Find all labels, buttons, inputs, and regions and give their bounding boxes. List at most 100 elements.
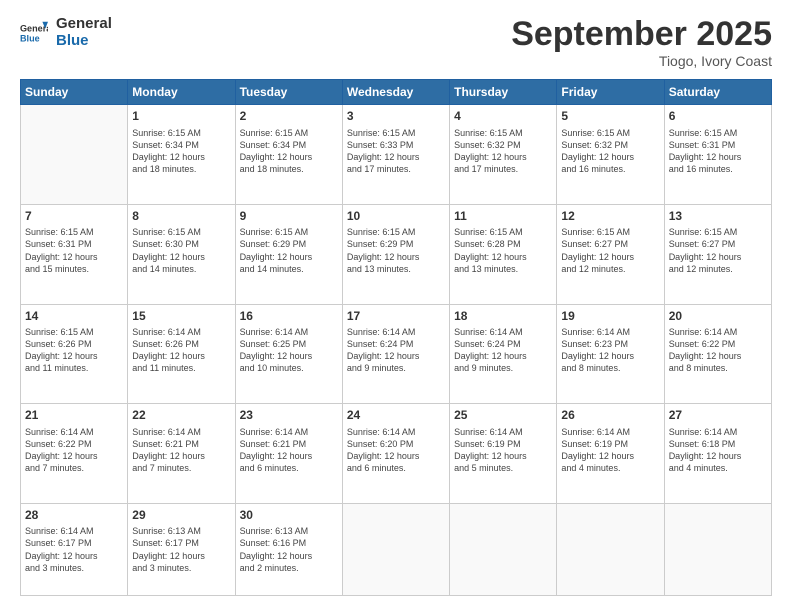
calendar-cell: 28 Sunrise: 6:14 AM Sunset: 6:17 PM Dayli…	[21, 504, 128, 596]
day-number: 28	[25, 507, 123, 523]
day-info: Sunrise: 6:14 AM Sunset: 6:19 PM Dayligh…	[561, 426, 659, 475]
day-info: Sunrise: 6:14 AM Sunset: 6:24 PM Dayligh…	[454, 326, 552, 375]
calendar-cell: 2 Sunrise: 6:15 AM Sunset: 6:34 PM Daylig…	[235, 105, 342, 205]
logo: General Blue General Blue	[20, 16, 112, 49]
day-info: Sunrise: 6:15 AM Sunset: 6:29 PM Dayligh…	[347, 226, 445, 275]
page-header: General Blue General Blue September 2025…	[20, 16, 772, 69]
day-info: Sunrise: 6:15 AM Sunset: 6:34 PM Dayligh…	[132, 127, 230, 176]
calendar-cell: 18 Sunrise: 6:14 AM Sunset: 6:24 PM Dayli…	[450, 304, 557, 404]
day-info: Sunrise: 6:15 AM Sunset: 6:34 PM Dayligh…	[240, 127, 338, 176]
day-info: Sunrise: 6:14 AM Sunset: 6:24 PM Dayligh…	[347, 326, 445, 375]
calendar-cell: 20 Sunrise: 6:14 AM Sunset: 6:22 PM Dayli…	[664, 304, 771, 404]
day-number: 7	[25, 208, 123, 224]
calendar-cell: 10 Sunrise: 6:15 AM Sunset: 6:29 PM Dayli…	[342, 205, 449, 305]
day-info: Sunrise: 6:14 AM Sunset: 6:20 PM Dayligh…	[347, 426, 445, 475]
calendar-cell: 8 Sunrise: 6:15 AM Sunset: 6:30 PM Daylig…	[128, 205, 235, 305]
header-tuesday: Tuesday	[235, 80, 342, 105]
day-number: 20	[669, 308, 767, 324]
day-info: Sunrise: 6:15 AM Sunset: 6:28 PM Dayligh…	[454, 226, 552, 275]
day-info: Sunrise: 6:15 AM Sunset: 6:33 PM Dayligh…	[347, 127, 445, 176]
day-number: 29	[132, 507, 230, 523]
day-number: 5	[561, 108, 659, 124]
month-title: September 2025	[511, 16, 772, 53]
day-info: Sunrise: 6:14 AM Sunset: 6:26 PM Dayligh…	[132, 326, 230, 375]
day-info: Sunrise: 6:14 AM Sunset: 6:23 PM Dayligh…	[561, 326, 659, 375]
calendar-cell: 23Sunrise: 6:14 AM Sunset: 6:21 PM Dayli…	[235, 404, 342, 504]
header-friday: Friday	[557, 80, 664, 105]
day-info: Sunrise: 6:14 AM Sunset: 6:21 PM Dayligh…	[132, 426, 230, 475]
header-right: September 2025 Tiogo, Ivory Coast	[511, 16, 772, 69]
day-number: 21	[25, 407, 123, 423]
day-info: Sunrise: 6:15 AM Sunset: 6:27 PM Dayligh…	[669, 226, 767, 275]
calendar-cell	[21, 105, 128, 205]
day-number: 22	[132, 407, 230, 423]
day-number: 15	[132, 308, 230, 324]
svg-text:Blue: Blue	[20, 33, 40, 43]
header-saturday: Saturday	[664, 80, 771, 105]
day-number: 6	[669, 108, 767, 124]
calendar-cell: 3Sunrise: 6:15 AM Sunset: 6:33 PM Daylig…	[342, 105, 449, 205]
day-info: Sunrise: 6:14 AM Sunset: 6:17 PM Dayligh…	[25, 525, 123, 574]
day-info: Sunrise: 6:14 AM Sunset: 6:19 PM Dayligh…	[454, 426, 552, 475]
day-number: 14	[25, 308, 123, 324]
day-info: Sunrise: 6:15 AM Sunset: 6:27 PM Dayligh…	[561, 226, 659, 275]
header-thursday: Thursday	[450, 80, 557, 105]
calendar-cell: 26Sunrise: 6:14 AM Sunset: 6:19 PM Dayli…	[557, 404, 664, 504]
logo-blue-text: Blue	[56, 33, 112, 50]
calendar-cell: 24Sunrise: 6:14 AM Sunset: 6:20 PM Dayli…	[342, 404, 449, 504]
calendar-cell: 15 Sunrise: 6:14 AM Sunset: 6:26 PM Dayli…	[128, 304, 235, 404]
day-info: Sunrise: 6:15 AM Sunset: 6:31 PM Dayligh…	[25, 226, 123, 275]
header-monday: Monday	[128, 80, 235, 105]
day-number: 9	[240, 208, 338, 224]
calendar-cell: 12 Sunrise: 6:15 AM Sunset: 6:27 PM Dayli…	[557, 205, 664, 305]
day-number: 2	[240, 108, 338, 124]
calendar-cell: 1 Sunrise: 6:15 AM Sunset: 6:34 PM Daylig…	[128, 105, 235, 205]
day-info: Sunrise: 6:14 AM Sunset: 6:22 PM Dayligh…	[669, 326, 767, 375]
calendar-cell: 5 Sunrise: 6:15 AM Sunset: 6:32 PM Daylig…	[557, 105, 664, 205]
day-info: Sunrise: 6:13 AM Sunset: 6:17 PM Dayligh…	[132, 525, 230, 574]
day-info: Sunrise: 6:15 AM Sunset: 6:29 PM Dayligh…	[240, 226, 338, 275]
day-number: 19	[561, 308, 659, 324]
calendar-cell: 25Sunrise: 6:14 AM Sunset: 6:19 PM Dayli…	[450, 404, 557, 504]
calendar-cell	[342, 504, 449, 596]
day-info: Sunrise: 6:14 AM Sunset: 6:21 PM Dayligh…	[240, 426, 338, 475]
day-number: 17	[347, 308, 445, 324]
calendar-cell: 16 Sunrise: 6:14 AM Sunset: 6:25 PM Dayli…	[235, 304, 342, 404]
day-number: 1	[132, 108, 230, 124]
calendar-cell	[557, 504, 664, 596]
calendar-cell	[450, 504, 557, 596]
day-info: Sunrise: 6:15 AM Sunset: 6:32 PM Dayligh…	[454, 127, 552, 176]
calendar-cell: 7 Sunrise: 6:15 AM Sunset: 6:31 PM Daylig…	[21, 205, 128, 305]
day-number: 18	[454, 308, 552, 324]
day-number: 12	[561, 208, 659, 224]
calendar-cell: 14 Sunrise: 6:15 AM Sunset: 6:26 PM Dayli…	[21, 304, 128, 404]
day-info: Sunrise: 6:15 AM Sunset: 6:30 PM Dayligh…	[132, 226, 230, 275]
location-text: Tiogo, Ivory Coast	[511, 53, 772, 69]
day-info: Sunrise: 6:15 AM Sunset: 6:31 PM Dayligh…	[669, 127, 767, 176]
calendar-cell: 9 Sunrise: 6:15 AM Sunset: 6:29 PM Daylig…	[235, 205, 342, 305]
calendar-cell: 13Sunrise: 6:15 AM Sunset: 6:27 PM Dayli…	[664, 205, 771, 305]
day-info: Sunrise: 6:15 AM Sunset: 6:26 PM Dayligh…	[25, 326, 123, 375]
calendar-cell: 22 Sunrise: 6:14 AM Sunset: 6:21 PM Dayli…	[128, 404, 235, 504]
calendar-cell: 19 Sunrise: 6:14 AM Sunset: 6:23 PM Dayli…	[557, 304, 664, 404]
day-number: 10	[347, 208, 445, 224]
calendar-table: Sunday Monday Tuesday Wednesday Thursday…	[20, 79, 772, 596]
day-info: Sunrise: 6:14 AM Sunset: 6:25 PM Dayligh…	[240, 326, 338, 375]
calendar-cell: 30Sunrise: 6:13 AM Sunset: 6:16 PM Dayli…	[235, 504, 342, 596]
header-sunday: Sunday	[21, 80, 128, 105]
day-number: 16	[240, 308, 338, 324]
header-wednesday: Wednesday	[342, 80, 449, 105]
day-number: 27	[669, 407, 767, 423]
day-number: 8	[132, 208, 230, 224]
calendar-cell: 21Sunrise: 6:14 AM Sunset: 6:22 PM Dayli…	[21, 404, 128, 504]
calendar-cell: 29 Sunrise: 6:13 AM Sunset: 6:17 PM Dayli…	[128, 504, 235, 596]
weekday-header-row: Sunday Monday Tuesday Wednesday Thursday…	[21, 80, 772, 105]
calendar-cell: 17 Sunrise: 6:14 AM Sunset: 6:24 PM Dayli…	[342, 304, 449, 404]
logo-icon: General Blue	[20, 19, 48, 47]
day-info: Sunrise: 6:15 AM Sunset: 6:32 PM Dayligh…	[561, 127, 659, 176]
calendar-page: General Blue General Blue September 2025…	[0, 0, 792, 612]
day-number: 4	[454, 108, 552, 124]
day-info: Sunrise: 6:14 AM Sunset: 6:18 PM Dayligh…	[669, 426, 767, 475]
calendar-cell: 11Sunrise: 6:15 AM Sunset: 6:28 PM Dayli…	[450, 205, 557, 305]
day-info: Sunrise: 6:13 AM Sunset: 6:16 PM Dayligh…	[240, 525, 338, 574]
